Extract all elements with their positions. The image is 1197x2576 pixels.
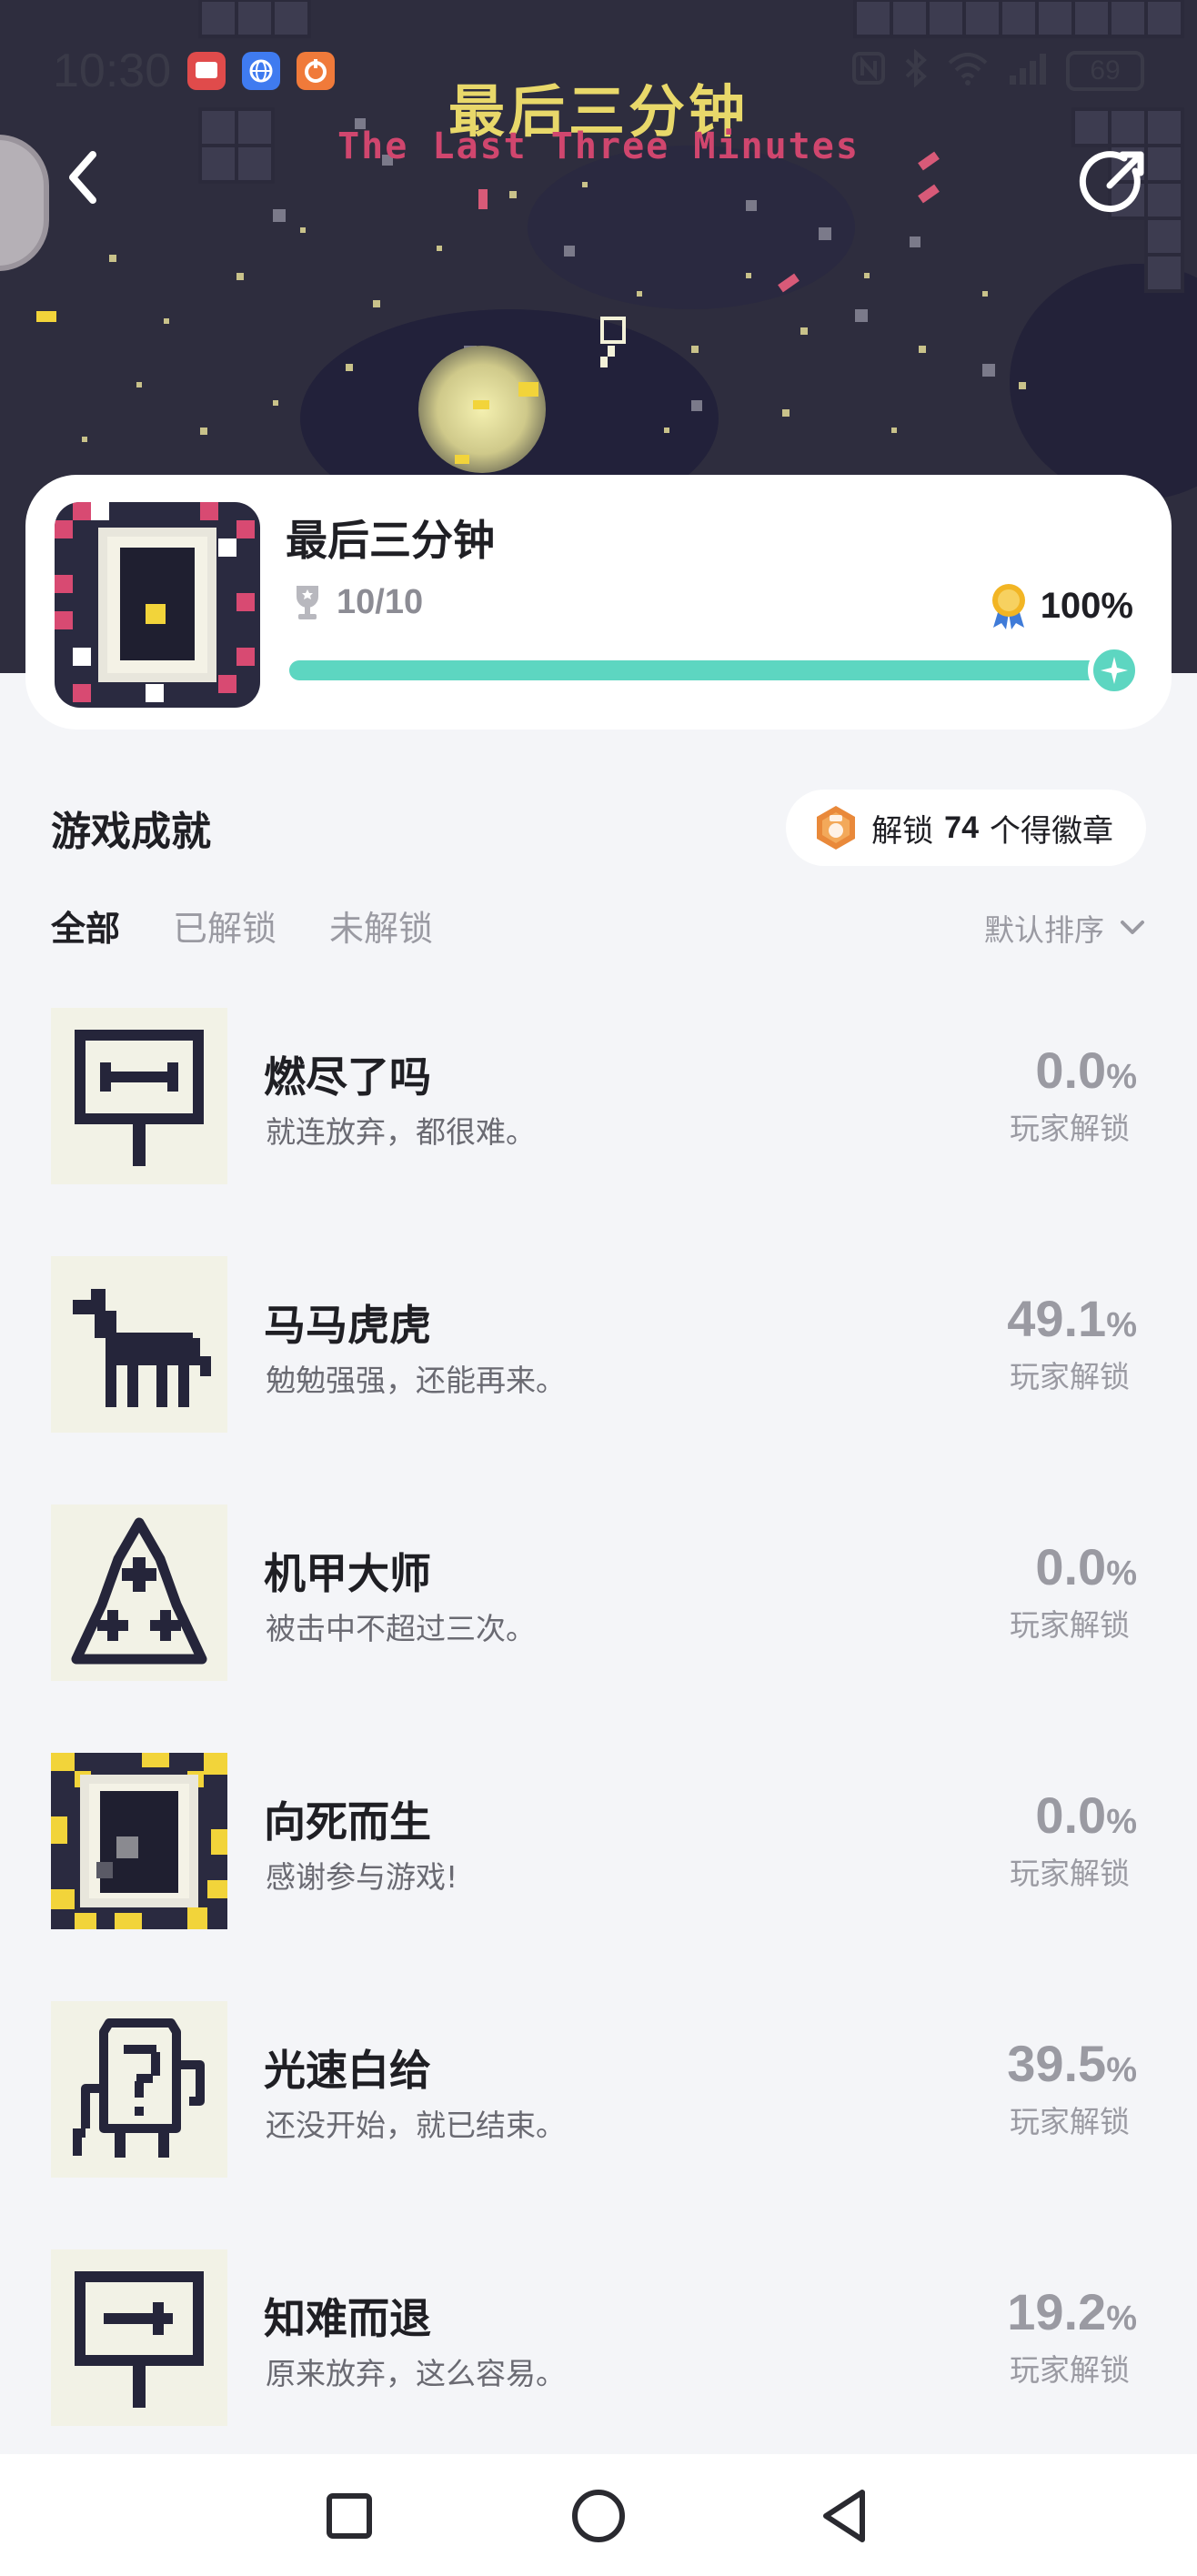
achievement-name: 燃尽了吗 [264,1052,431,1102]
badge-suffix: 个得徽章 [990,812,1113,850]
achievement-name: 知难而退 [264,2294,431,2343]
unlock-rate-label: 玩家解锁 [1010,1111,1130,1146]
status-time: 10:30 [53,45,172,97]
game-title: 最后三分钟 [286,516,495,565]
unlock-rate-unit: % [1106,1555,1137,1593]
unlock-rate-value: 0.0 [1035,1041,1107,1099]
unlock-rate-unit: % [1106,1058,1137,1096]
progress-bar [289,644,1141,697]
list-item[interactable]: 马马虎虎 勉勉强强，还能再来。 49.1% 玩家解锁 [0,1254,1197,1503]
triangle-back-icon [823,2490,865,2542]
achievement-list: 燃尽了吗 就连放弃，都很难。 0.0% 玩家解锁 马马虎虎 勉勉强强，还能再来。… [0,1006,1197,2496]
status-bar: 10:30 69 [0,0,1197,146]
square-icon [327,2493,372,2539]
unlock-rate: 49.1% [1007,1289,1137,1348]
orange-app-icon [297,52,335,90]
unlock-rate: 19.2% [1007,2282,1137,2341]
achievement-name: 向死而生 [264,1797,431,1846]
unlock-rate-label: 玩家解锁 [1010,2104,1130,2139]
sort-dropdown[interactable]: 默认排序 [984,906,1146,950]
unlock-rate-unit: % [1106,1306,1137,1344]
unlock-rate-label: 玩家解锁 [1010,1607,1130,1643]
unlock-rate: 0.0% [1035,1786,1137,1845]
list-item[interactable]: 光速白给 还没开始，就已结束。 39.5% 玩家解锁 [0,1999,1197,2248]
sign-minus-icon [51,1008,227,1184]
unlock-rate-value: 39.5 [1007,2035,1107,2092]
progress-knob [1088,644,1141,697]
completion-percent: 100% [1040,585,1133,626]
tab-locked[interactable]: 未解锁 [329,901,433,951]
section-title: 游戏成就 [51,809,211,855]
signal-icon [1006,50,1050,93]
achievement-name: 机甲大师 [264,1549,431,1598]
achievement-desc: 感谢参与游戏! [266,1859,458,1895]
share-button[interactable] [1070,136,1161,227]
tab-all[interactable]: 全部 [51,901,120,951]
achievement-desc: 勉勉强强，还能再来。 [266,1363,566,1398]
game-icon[interactable] [55,502,260,708]
battery-indicator: 69 [1066,51,1144,91]
progress-fill [289,644,1141,697]
doorway-icon [51,1753,227,1929]
trophy-count: 10/10 [337,582,424,621]
nfc-icon [851,51,886,92]
unlock-rate-value: 0.0 [1035,1786,1107,1844]
unlock-rate-label: 玩家解锁 [1010,1359,1130,1394]
chevron-left-icon [69,151,96,204]
achievement-desc: 就连放弃，都很难。 [266,1114,536,1150]
chevron-down-icon [1121,921,1144,934]
unlock-rate-label: 玩家解锁 [1010,2352,1130,2388]
badge-unlock-pill[interactable]: 解锁 74 个得徽章 [786,790,1146,866]
unlock-rate-unit: % [1106,1803,1137,1841]
unlock-rate-value: 19.2 [1007,2283,1107,2340]
circle-icon [572,2490,625,2542]
trophy-icon [297,586,318,619]
unlock-rate-value: 0.0 [1035,1538,1107,1595]
badge-prefix: 解锁 [871,812,934,850]
list-item[interactable]: 向死而生 感谢参与游戏! 0.0% 玩家解锁 [0,1751,1197,1999]
list-item[interactable]: 燃尽了吗 就连放弃，都很难。 0.0% 玩家解锁 [0,1006,1197,1254]
filter-tabs: 全部 已解锁 未解锁 [51,901,433,951]
badge-count: 74 [944,810,979,845]
completion-row: 100% [988,582,1133,629]
unlock-rate-value: 49.1 [1007,1290,1107,1347]
triangle-crosses-icon [51,1504,227,1681]
system-nav-bar [0,2454,1197,2576]
unlock-rate: 0.0% [1035,1041,1137,1100]
back-button[interactable] [45,136,127,218]
sign-arrow-icon [51,2249,227,2426]
achievement-desc: 被击中不超过三次。 [266,1611,536,1646]
achievement-desc: 原来放弃，这么容易。 [266,2356,566,2391]
blue-globe-icon [242,52,280,90]
unlock-rate-label: 玩家解锁 [1010,1856,1130,1891]
unlock-rate-unit: % [1106,2299,1137,2338]
share-icon [1079,151,1144,213]
achievement-desc: 还没开始，就已结束。 [266,2108,566,2143]
tab-unlocked[interactable]: 已解锁 [173,901,277,951]
recent-apps-button[interactable] [313,2480,386,2552]
bluetooth-icon [902,48,930,94]
unlock-rate-unit: % [1106,2051,1137,2089]
sort-label: 默认排序 [984,912,1104,948]
nav-back-button[interactable] [810,2480,882,2552]
badge-icon [817,806,856,850]
wifi-icon [946,50,990,93]
achievement-name: 马马虎虎 [264,1301,431,1350]
sparkle-icon [1101,657,1128,684]
home-button[interactable] [562,2480,635,2552]
unlock-rate: 0.0% [1035,1537,1137,1596]
red-app-icon [187,52,226,90]
horse-icon [51,1256,227,1433]
medal-icon [991,584,1025,629]
list-item[interactable]: 机甲大师 被击中不超过三次。 0.0% 玩家解锁 [0,1503,1197,1751]
game-info-card: 最后三分钟 10/10 100% [25,475,1172,730]
unlock-rate: 39.5% [1007,2034,1137,2093]
question-robot-icon [51,2001,227,2178]
achievement-name: 光速白给 [264,2046,431,2095]
trophy-row: 10/10 [291,582,423,622]
